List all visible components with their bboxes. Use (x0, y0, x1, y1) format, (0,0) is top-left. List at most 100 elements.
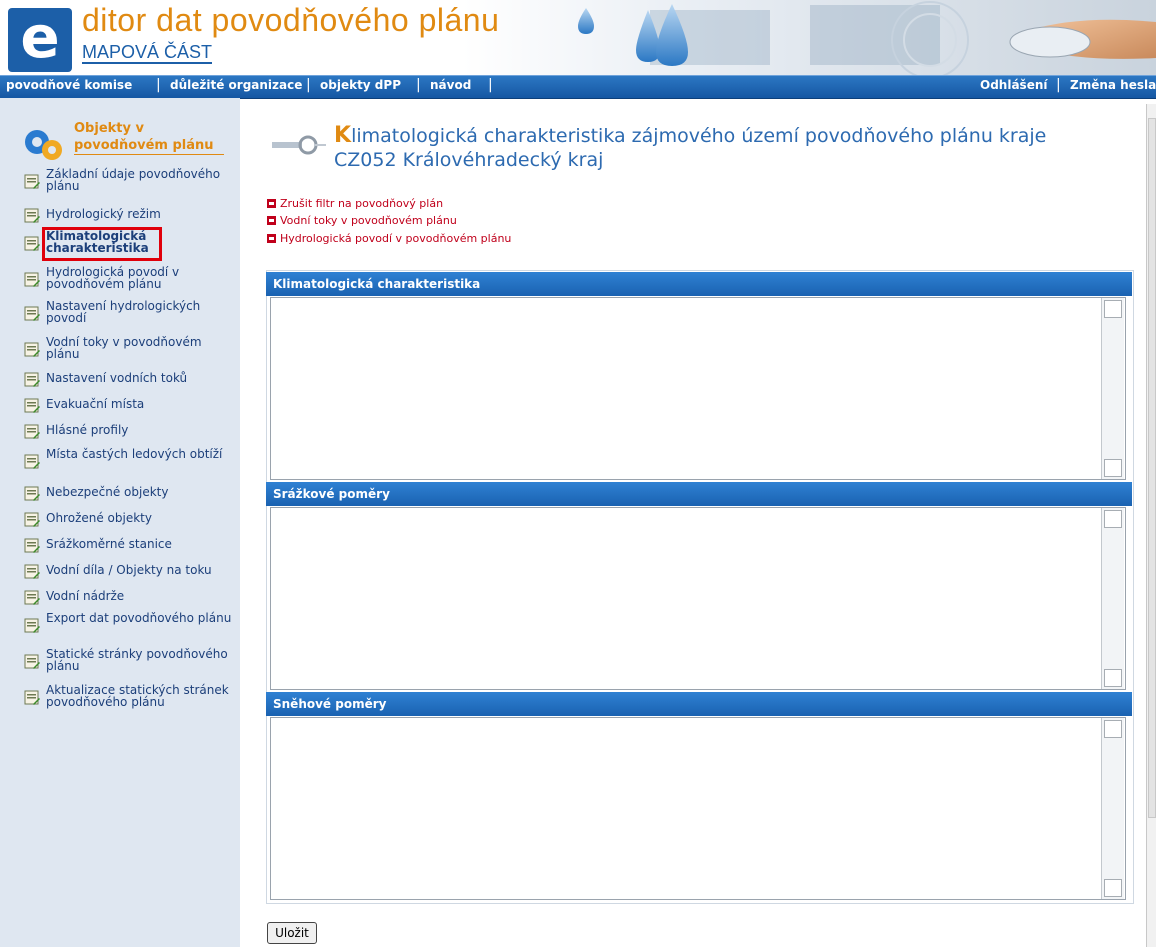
page-scrollbar-thumb[interactable] (1148, 118, 1156, 818)
document-edit-icon (24, 372, 40, 387)
red-arrow-icon (267, 216, 276, 225)
sidebar-item[interactable]: Nastavení hydrologických povodí (24, 300, 234, 328)
sidebar-title: Objekty v povodňovém plánu (74, 120, 224, 155)
sidebar-item-label: Vodní toky v povodňovém plánu (46, 335, 202, 361)
sidebar-item[interactable]: Srážkoměrné stanice (24, 537, 234, 553)
panel-snehove (270, 717, 1126, 900)
sidebar-item[interactable]: Místa častých ledových obtíží (24, 448, 234, 476)
scroll-down-button[interactable] (1104, 669, 1122, 687)
sidebar-item-label: Aktualizace statických stránek povodňové… (46, 683, 229, 709)
sidebar-item[interactable]: Vodní díla / Objekty na toku (24, 563, 234, 579)
red-arrow-icon (267, 199, 276, 208)
nav-odhlaseni[interactable]: Odhlášení (980, 78, 1047, 92)
document-edit-icon (24, 454, 40, 469)
sidebar-item-label: Hlásné profily (46, 423, 129, 437)
document-edit-icon (24, 306, 40, 321)
sidebar-item[interactable]: Ohrožené objekty (24, 511, 234, 527)
document-edit-icon (24, 564, 40, 579)
header-decoration-image (578, 1, 1156, 75)
sidebar-item[interactable]: Nebezpečné objekty (24, 485, 234, 501)
document-edit-icon (24, 512, 40, 527)
sidebar-item-label: Evakuační místa (46, 397, 145, 411)
textarea-scrollbar[interactable] (1101, 718, 1124, 899)
sidebar-item-label: Základní údaje povodňového plánu (46, 167, 221, 193)
app-title: ditor dat povodňového plánu (82, 2, 500, 38)
sidebar-item-label: Vodní díla / Objekty na toku (46, 563, 212, 577)
document-edit-icon (24, 398, 40, 413)
nav-dulezite-organizace[interactable]: důležité organizace (170, 78, 302, 92)
active-item-highlight (42, 227, 162, 261)
sidebar-item-label: Místa častých ledových obtíží (46, 447, 223, 461)
app-subtitle: MAPOVÁ ČÁST (82, 42, 213, 64)
sidebar-item[interactable]: Základní údaje povodňového plánu (24, 168, 234, 196)
document-edit-icon (24, 486, 40, 501)
nav-zmena-hesla[interactable]: Změna hesla (1070, 78, 1156, 92)
textarea-scrollbar[interactable] (1101, 508, 1124, 689)
panel-heading-srazkove: Srážkové poměry (266, 482, 1132, 506)
klimatologicka-textarea[interactable] (271, 298, 1099, 479)
nav-objekty-dpp[interactable]: objekty dPP (320, 78, 401, 92)
gears-icon (25, 130, 62, 160)
scroll-up-button[interactable] (1104, 510, 1122, 528)
document-edit-icon (24, 424, 40, 439)
sidebar-item-label: Srážkoměrné stanice (46, 537, 172, 551)
document-edit-icon (24, 590, 40, 605)
sidebar-item-label: Vodní nádrže (46, 589, 125, 603)
panel-heading-klimatologicka: Klimatologická charakteristika (266, 272, 1132, 296)
textarea-scrollbar[interactable] (1101, 298, 1124, 479)
scroll-down-button[interactable] (1104, 459, 1122, 477)
top-navigation-bar: povodňové komise | důležité organizace |… (0, 75, 1156, 99)
sidebar-item[interactable]: Vodní toky v povodňovém plánu (24, 336, 234, 364)
document-edit-icon (24, 208, 40, 223)
sidebar-header: Objekty v povodňovém plánu (22, 120, 232, 168)
sidebar-item-label: Export dat povodňového plánu (46, 611, 232, 625)
nav-navod[interactable]: návod (430, 78, 471, 92)
sidebar-item[interactable]: Export dat povodňového plánu (24, 612, 234, 640)
red-arrow-icon (267, 234, 276, 243)
document-edit-icon (24, 690, 40, 705)
scroll-down-button[interactable] (1104, 879, 1122, 897)
document-edit-icon (24, 654, 40, 669)
document-edit-icon (24, 272, 40, 287)
save-button[interactable]: Uložit (267, 922, 317, 944)
sidebar-item[interactable]: Statické stránky povodňového plánu (24, 648, 234, 676)
nav-separator: | (1056, 77, 1061, 93)
nav-separator: | (156, 77, 161, 93)
page-scrollbar[interactable] (1146, 104, 1156, 947)
sidebar-item[interactable]: Hydrologická povodí v povodňovém plánu (24, 266, 234, 294)
nav-povodnove-komise[interactable]: povodňové komise (6, 78, 132, 92)
app-logo: e (8, 8, 72, 72)
document-edit-icon (24, 174, 40, 189)
nav-separator: | (306, 77, 311, 93)
document-edit-icon (24, 538, 40, 553)
link-hydrologicka-povodi[interactable]: Hydrologická povodí v povodňovém plánu (267, 232, 511, 245)
page-title: Klimatologická charakteristika zájmového… (334, 123, 1047, 172)
sidebar-item[interactable]: Hydrologický režim (24, 207, 234, 223)
nav-separator: | (416, 77, 421, 93)
scroll-up-button[interactable] (1104, 300, 1122, 318)
sidebar-item[interactable]: Aktualizace statických stránek povodňové… (24, 684, 234, 712)
panel-klimatologicka (270, 297, 1126, 480)
document-edit-icon (24, 618, 40, 633)
sidebar-item-label: Hydrologická povodí v povodňovém plánu (46, 265, 180, 291)
sidebar-item[interactable]: Nastavení vodních toků (24, 371, 234, 387)
panel-heading-snehove: Sněhové poměry (266, 692, 1132, 716)
sidebar-item-label: Nastavení hydrologických povodí (46, 299, 201, 325)
scroll-up-button[interactable] (1104, 720, 1122, 738)
link-zrusit-filtr[interactable]: Zrušit filtr na povodňový plán (267, 197, 443, 210)
sidebar-item[interactable]: Vodní nádrže (24, 589, 234, 605)
sidebar-item-label: Ohrožené objekty (46, 511, 152, 525)
snehove-textarea[interactable] (271, 718, 1099, 899)
sidebar-item-label: Statické stránky povodňového plánu (46, 647, 228, 673)
sidebar-item-label: Nebezpečné objekty (46, 485, 169, 499)
srazkove-textarea[interactable] (271, 508, 1099, 689)
nav-separator: | (488, 77, 493, 93)
sidebar-item[interactable]: Hlásné profily (24, 423, 234, 439)
link-vodni-toky[interactable]: Vodní toky v povodňovém plánu (267, 214, 457, 227)
sidebar-item-label: Nastavení vodních toků (46, 371, 188, 385)
app-header: e ditor dat povodňového plánu MAPOVÁ ČÁS… (0, 0, 1156, 75)
sidebar-item-label: Hydrologický režim (46, 207, 161, 221)
sidebar-item[interactable]: Evakuační místa (24, 397, 234, 413)
magnifier-icon (272, 135, 326, 155)
panel-srazkove (270, 507, 1126, 690)
